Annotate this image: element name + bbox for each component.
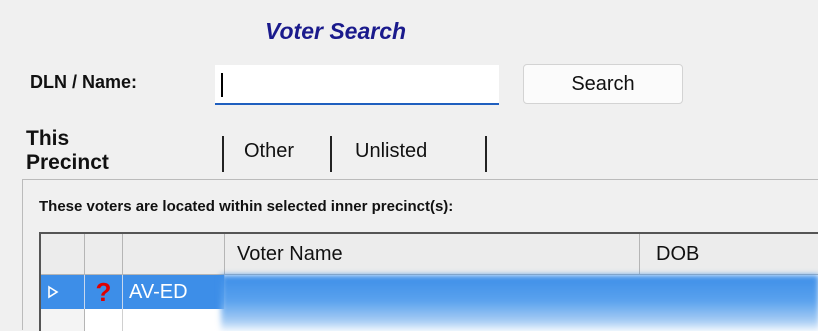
tab-divider — [485, 136, 487, 172]
header-dob[interactable]: DOB — [640, 234, 818, 274]
row-status-cell — [85, 309, 123, 331]
header-voter-name[interactable]: Voter Name — [225, 234, 640, 274]
voter-results-panel: These voters are located within selected… — [22, 179, 818, 331]
table-row[interactable]: ? AV-ED — [41, 275, 818, 331]
dln-name-input[interactable] — [215, 65, 499, 105]
tab-divider — [222, 136, 224, 172]
question-icon: ? — [95, 277, 112, 307]
tab-other[interactable]: Other — [244, 128, 294, 174]
tab-divider — [330, 136, 332, 172]
text-caret — [221, 73, 223, 97]
tab-this-precinct[interactable]: This Precinct — [26, 127, 109, 174]
header-status[interactable] — [85, 234, 123, 274]
voter-grid[interactable]: Voter Name DOB ? AV-ED — [39, 232, 818, 331]
panel-note: These voters are located within selected… — [39, 198, 454, 215]
row-indicator — [41, 275, 85, 309]
tab-unlisted[interactable]: Unlisted — [355, 128, 427, 174]
grid-header: Voter Name DOB — [41, 234, 818, 275]
row-indicator — [41, 309, 85, 331]
header-row-indicator — [41, 234, 85, 274]
header-code[interactable] — [123, 234, 225, 274]
dln-name-label: DLN / Name: — [30, 72, 138, 92]
table-row[interactable] — [41, 309, 818, 331]
search-button[interactable]: Search — [523, 64, 683, 104]
row-pointer-icon — [48, 285, 59, 299]
page-title: Voter Search — [265, 18, 407, 44]
row-status-cell: ? — [85, 275, 123, 309]
row-code: AV-ED — [123, 275, 225, 309]
